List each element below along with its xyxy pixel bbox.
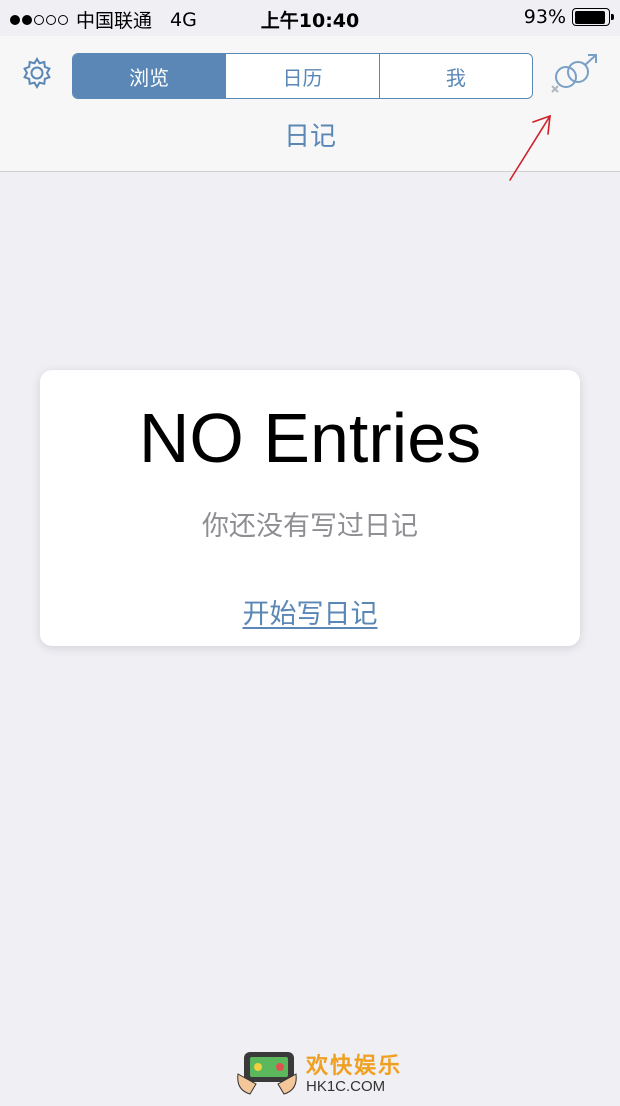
tab-browse[interactable]: 浏览 [73, 54, 227, 98]
annotation-arrow-icon [509, 114, 551, 181]
empty-state-subtitle: 你还没有写过日记 [202, 511, 418, 542]
tab-calendar[interactable]: 日历 [226, 54, 380, 98]
status-right: 93% [523, 6, 614, 28]
gamepad-icon [237, 1052, 297, 1095]
gender-icon[interactable] [546, 52, 602, 96]
watermark-text-en: HK1C.COM [306, 1078, 386, 1095]
battery-percent: 93% [523, 6, 566, 28]
gear-icon[interactable] [20, 56, 54, 90]
status-bar: 中国联通 4G 上午10:40 93% [0, 0, 620, 36]
empty-state-card: NO Entries 你还没有写过日记 开始写日记 [40, 370, 580, 646]
watermark-logo: 欢快娱乐 HK1C.COM [234, 1044, 404, 1102]
empty-state-title: NO Entries [138, 399, 482, 477]
view-segmented-control: 浏览 日历 我 [72, 53, 533, 99]
watermark-text-cn: 欢快娱乐 [306, 1054, 403, 1079]
battery-icon [572, 8, 614, 26]
tab-me[interactable]: 我 [379, 54, 532, 98]
start-writing-link[interactable]: 开始写日记 [40, 592, 580, 631]
battery-fill [574, 10, 606, 24]
